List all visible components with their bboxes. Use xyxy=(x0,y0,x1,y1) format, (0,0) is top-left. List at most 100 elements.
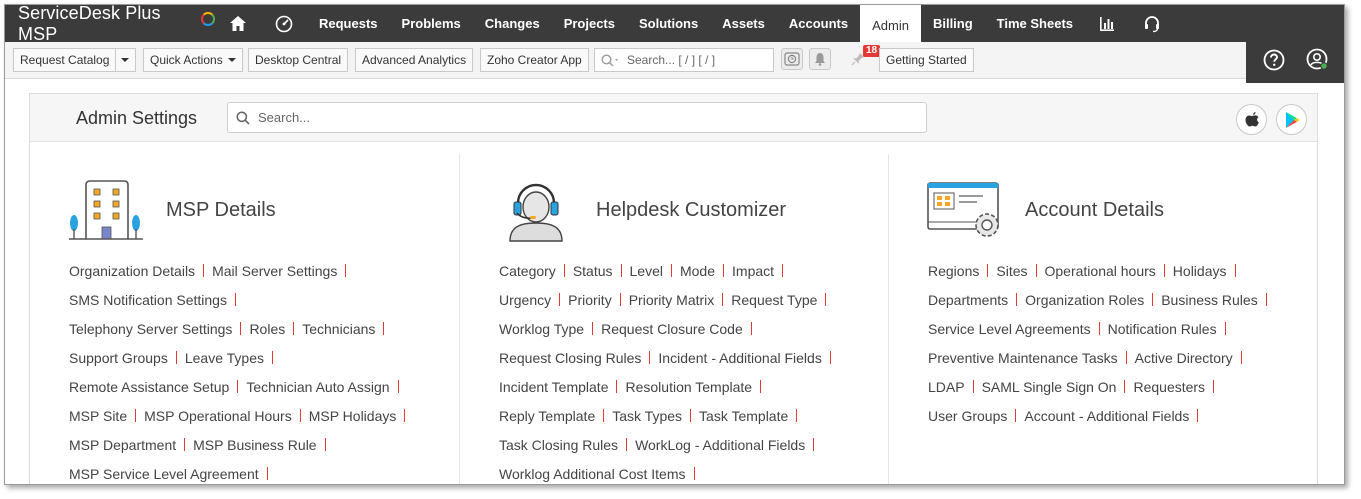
settings-link[interactable]: MSP Business Rule xyxy=(193,437,316,453)
settings-link[interactable]: WorkLog - Additional Fields xyxy=(635,437,805,453)
link-row: Telephony Server Settings Roles Technician… xyxy=(69,321,449,350)
google-play-store-icon[interactable] xyxy=(1276,104,1307,135)
headset-support-icon[interactable] xyxy=(1129,5,1175,42)
nav-changes[interactable]: Changes xyxy=(473,5,552,42)
settings-link[interactable]: MSP Service Level Agreement xyxy=(69,466,259,482)
nav-requests[interactable]: Requests xyxy=(307,5,390,42)
settings-link[interactable]: Account - Additional Fields xyxy=(1024,408,1189,424)
desktop-central-button[interactable]: Desktop Central xyxy=(248,48,349,72)
settings-link[interactable]: Business Rules xyxy=(1161,292,1258,308)
settings-link[interactable]: Operational hours xyxy=(1045,263,1156,279)
request-catalog-button[interactable]: Request Catalog xyxy=(13,48,116,72)
link-separator xyxy=(175,351,177,364)
settings-link[interactable]: Leave Types xyxy=(185,350,264,366)
reminders-clock-icon[interactable] xyxy=(781,48,803,70)
settings-link[interactable]: Active Directory xyxy=(1135,350,1233,366)
notifications-bell-icon[interactable] xyxy=(809,48,831,70)
search-icon xyxy=(601,53,618,66)
settings-link[interactable]: Task Closing Rules xyxy=(499,437,618,453)
settings-link[interactable]: MSP Site xyxy=(69,408,127,424)
settings-link[interactable]: Organization Roles xyxy=(1025,292,1144,308)
home-icon[interactable] xyxy=(215,5,261,42)
settings-link[interactable]: LDAP xyxy=(928,379,965,395)
nav-accounts[interactable]: Accounts xyxy=(777,5,860,42)
settings-link[interactable]: Incident - Additional Fields xyxy=(658,350,821,366)
settings-link[interactable]: Level xyxy=(630,263,663,279)
nav-assets[interactable]: Assets xyxy=(710,5,777,42)
settings-link[interactable]: Incident Template xyxy=(499,379,608,395)
nav-projects[interactable]: Projects xyxy=(552,5,627,42)
settings-link[interactable]: Regions xyxy=(928,263,979,279)
global-search-input[interactable]: Search... [ / ] [ / ] xyxy=(594,48,774,72)
link-separator xyxy=(626,438,628,451)
settings-link[interactable]: Technician Auto Assign xyxy=(246,379,389,395)
nav-problems[interactable]: Problems xyxy=(390,5,473,42)
settings-link[interactable]: Priority xyxy=(568,292,612,308)
nav-admin[interactable]: Admin xyxy=(860,5,921,42)
nav-time-sheets[interactable]: Time Sheets xyxy=(985,5,1085,42)
admin-search-input[interactable]: Search... xyxy=(227,102,927,133)
chevron-down-icon xyxy=(227,58,236,62)
nav-billing[interactable]: Billing xyxy=(921,5,985,42)
reports-bar-chart-icon[interactable] xyxy=(1085,5,1129,42)
settings-link[interactable]: Organization Details xyxy=(69,263,195,279)
settings-link[interactable]: Worklog Type xyxy=(499,321,584,337)
settings-link[interactable]: Request Closing Rules xyxy=(499,350,641,366)
global-search-placeholder: Search... [ / ] [ / ] xyxy=(627,53,716,67)
link-separator xyxy=(563,264,565,277)
settings-link[interactable]: Technicians xyxy=(302,321,375,337)
page-title: Admin Settings xyxy=(76,108,198,128)
settings-link[interactable]: Urgency xyxy=(499,292,551,308)
settings-link[interactable]: Sites xyxy=(996,263,1027,279)
section-links: Category Status Level Mode Impact Urgency Prio… xyxy=(499,263,879,484)
zoho-creator-app-button[interactable]: Zoho Creator App xyxy=(480,48,589,72)
settings-link[interactable]: MSP Department xyxy=(69,437,176,453)
settings-link[interactable]: Task Template xyxy=(699,408,788,424)
help-icon[interactable] xyxy=(1263,49,1285,76)
settings-link[interactable]: Roles xyxy=(249,321,285,337)
settings-link[interactable]: Request Type xyxy=(731,292,817,308)
link-row: Incident Template Resolution Template xyxy=(499,379,879,408)
settings-link[interactable]: Priority Matrix xyxy=(629,292,715,308)
msp-details-section: MSP Details Organization Details Mail Ser… xyxy=(30,154,459,484)
settings-link[interactable]: SAML Single Sign On xyxy=(982,379,1117,395)
request-catalog-dropdown[interactable] xyxy=(115,48,136,72)
settings-link[interactable]: Reply Template xyxy=(499,408,595,424)
dashboard-gauge-icon[interactable] xyxy=(261,5,307,42)
brand-logo[interactable]: ServiceDesk Plus MSP xyxy=(5,5,215,44)
quick-actions-button[interactable]: Quick Actions xyxy=(143,48,243,72)
settings-link[interactable]: MSP Holidays xyxy=(309,408,397,424)
settings-link[interactable]: Category xyxy=(499,263,556,279)
getting-started-button[interactable]: Getting Started xyxy=(879,48,974,72)
settings-link[interactable]: Remote Assistance Setup xyxy=(69,379,229,395)
settings-link[interactable]: Mode xyxy=(680,263,715,279)
advanced-analytics-button[interactable]: Advanced Analytics xyxy=(355,48,474,72)
settings-link[interactable]: Task Types xyxy=(612,408,682,424)
settings-link[interactable]: Resolution Template xyxy=(625,379,752,395)
nav-solutions[interactable]: Solutions xyxy=(627,5,710,42)
apple-app-store-icon[interactable] xyxy=(1236,104,1267,135)
settings-link[interactable]: Requesters xyxy=(1133,379,1205,395)
settings-link[interactable]: Preventive Maintenance Tasks xyxy=(928,350,1118,366)
settings-link[interactable]: Impact xyxy=(732,263,774,279)
settings-link[interactable]: Notification Rules xyxy=(1108,321,1217,337)
settings-link[interactable]: User Groups xyxy=(928,408,1007,424)
chevron-down-icon xyxy=(121,58,129,62)
settings-link[interactable]: Service Level Agreements xyxy=(928,321,1091,337)
settings-link[interactable]: Departments xyxy=(928,292,1008,308)
link-separator xyxy=(345,264,347,277)
settings-link[interactable]: SMS Notification Settings xyxy=(69,292,227,308)
settings-link[interactable]: Worklog Additional Cost Items xyxy=(499,466,686,482)
settings-link[interactable]: Mail Server Settings xyxy=(212,263,337,279)
settings-link[interactable]: Support Groups xyxy=(69,350,168,366)
link-separator xyxy=(1265,293,1267,306)
settings-link[interactable]: Request Closure Code xyxy=(601,321,743,337)
account-settings-icon xyxy=(927,182,999,237)
settings-link[interactable]: Telephony Server Settings xyxy=(69,321,232,337)
user-profile-icon[interactable] xyxy=(1306,48,1330,77)
settings-link[interactable]: Holidays xyxy=(1173,263,1227,279)
link-separator xyxy=(796,409,798,422)
link-separator xyxy=(619,293,621,306)
settings-link[interactable]: Status xyxy=(573,263,613,279)
settings-link[interactable]: MSP Operational Hours xyxy=(144,408,292,424)
